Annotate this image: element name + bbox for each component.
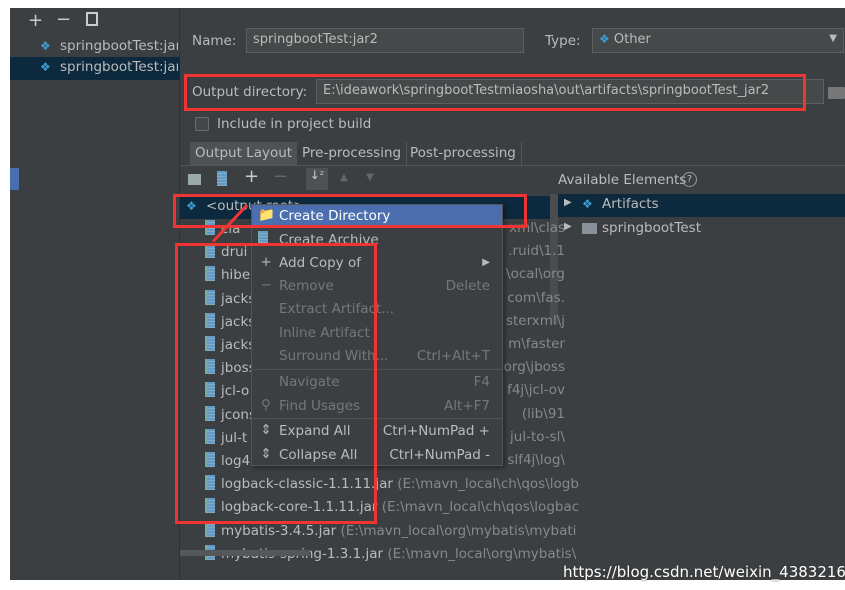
artifact-icon: ❖ <box>582 197 593 211</box>
available-item-label: springbootTest <box>602 220 701 236</box>
artifacts-dialog: + − ❖ springbootTest:jar ❖ springbootTes… <box>10 8 845 580</box>
jar-path: (E:\mavn_local\org\mybatis\mybati <box>340 522 577 539</box>
move-up-icon: ▲ <box>340 172 348 183</box>
tree-row[interactable]: mybatis-3.4.5.jar (E:\mavn_local\org\myb… <box>205 521 577 545</box>
copy-icon[interactable] <box>86 12 98 26</box>
jar-path: ruid\1.1. <box>508 243 565 260</box>
chevron-down-icon: ▼ <box>829 33 837 44</box>
name-label: Name: <box>192 33 237 49</box>
tab-post-processing[interactable]: Post-processing <box>405 142 522 165</box>
artifact-label: springbootTest:jar <box>60 38 178 54</box>
tab-output-layout[interactable]: Output Layout <box>190 142 298 165</box>
jar-path: m\faster <box>508 336 565 352</box>
jar-path: ocal\org\ <box>506 266 565 283</box>
jar-path: 91\lib) <box>521 405 565 422</box>
add-icon[interactable]: + <box>28 10 43 31</box>
browse-folder-icon[interactable] <box>828 87 845 99</box>
expand-arrow-icon[interactable]: ▶ <box>564 197 572 208</box>
available-item-artifacts[interactable]: ▶ ❖ Artifacts <box>558 194 845 217</box>
jar-name: mybatis-3.4.5.jar <box>221 522 337 539</box>
available-elements-title: Available Elements <box>558 172 687 188</box>
watermark: https://blog.csdn.net/weixin_43832166 <box>563 563 845 581</box>
menu-item-shortcut: F4 <box>473 374 490 390</box>
type-label: Type: <box>545 33 581 49</box>
include-checkbox[interactable] <box>195 117 209 131</box>
jar-path: (E:\mavn_local\org\mybatis\ <box>387 545 577 562</box>
highlight-box-output <box>184 74 806 111</box>
menu-item-shortcut: Ctrl+Alt+T <box>416 348 490 364</box>
remove-icon[interactable]: − <box>56 9 71 30</box>
submenu-arrow-icon: ▶ <box>482 257 490 268</box>
artifact-list-panel: + − ❖ springbootTest:jar ❖ springbootTes… <box>10 8 180 580</box>
menu-item-shortcut: Ctrl+NumPad + <box>382 423 490 439</box>
available-item-label: Artifacts <box>602 196 659 212</box>
name-input[interactable]: springbootTest:jar2 <box>246 28 524 53</box>
new-directory-icon[interactable] <box>188 174 201 185</box>
jar-path: org\jboss <box>503 359 565 376</box>
tab-pre-processing[interactable]: Pre-processing <box>297 142 408 165</box>
add-element-icon[interactable]: + <box>244 166 259 187</box>
artifact-item[interactable]: ❖ springbootTest:jar <box>10 36 180 59</box>
archive-icon[interactable] <box>217 171 227 186</box>
jar-path: sterxml\j <box>505 312 565 329</box>
include-label: Include in project build <box>217 116 372 132</box>
project-structure-nav-selected[interactable] <box>10 168 19 190</box>
jar-path: \slf4j\log <box>507 452 565 468</box>
horizontal-scrollbar[interactable] <box>180 550 310 556</box>
remove-element-icon: − <box>273 166 289 187</box>
highlight-box-root <box>173 194 527 228</box>
jar-path: (E:\mavn_local\ch\qos\logb <box>397 476 579 493</box>
artifact-label: springbootTest:jar2 <box>60 59 178 75</box>
other-type-icon: ❖ <box>599 32 610 46</box>
jar-path: \jul-to-sl <box>510 428 565 445</box>
jar-path: .com\fas <box>507 289 565 306</box>
menu-item-shortcut: Delete <box>445 278 490 294</box>
sort-icon[interactable]: ↓ᶻ <box>306 168 328 190</box>
type-value: Other <box>613 32 651 47</box>
move-down-icon: ▼ <box>366 172 374 183</box>
expand-arrow-icon[interactable]: ▶ <box>564 221 572 232</box>
available-item-springboottest[interactable]: ▶ springbootTest <box>558 218 845 241</box>
jar-path: f4j\jcl-ov <box>507 382 565 399</box>
tree-row[interactable]: mybatis-spring-1.3.1.jar (E:\mavn_local\… <box>205 544 577 568</box>
help-icon[interactable]: ? <box>682 172 697 187</box>
menu-item-shortcut: Ctrl+NumPad - <box>389 447 490 463</box>
module-folder-icon <box>582 223 597 234</box>
jar-path: (E:\mavn_local\ch\qos\logbac <box>381 499 580 516</box>
highlight-box-jars <box>175 243 377 524</box>
type-select[interactable]: ❖ Other ▼ <box>592 28 844 53</box>
artifact-icon: ❖ <box>40 60 51 74</box>
menu-item-shortcut: Alt+F7 <box>444 398 490 414</box>
artifact-item-selected[interactable]: ❖ springbootTest:jar2 <box>10 57 180 80</box>
artifact-icon: ❖ <box>40 39 51 53</box>
